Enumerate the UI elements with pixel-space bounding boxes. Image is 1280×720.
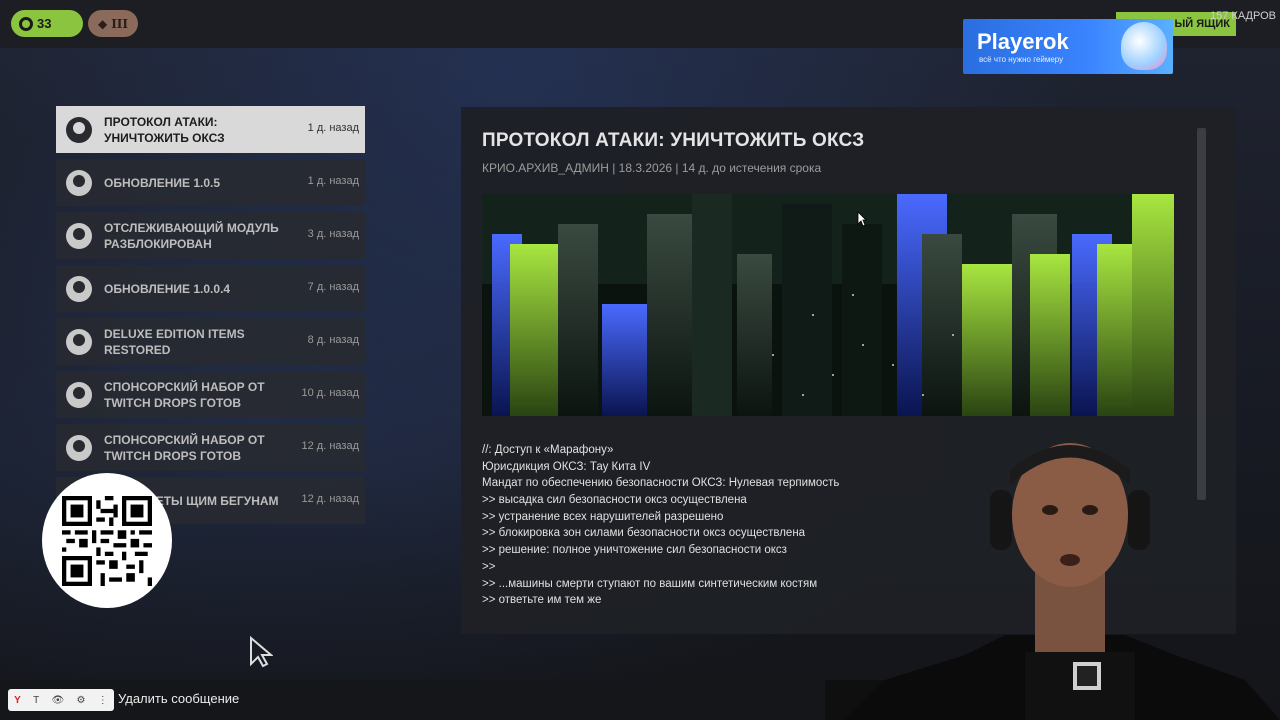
- news-icon: [66, 275, 92, 302]
- news-icon: [66, 116, 92, 143]
- news-icon: [66, 328, 92, 355]
- news-item[interactable]: ОТСЛЕЖИВАЮЩИЙ МОДУЛЬ РАЗБЛОКИРОВАН 3 д. н…: [56, 212, 365, 259]
- qr-code-overlay: [42, 473, 172, 608]
- news-item-age: 7 д. назад: [307, 281, 359, 293]
- more-icon[interactable]: ⋮: [98, 695, 108, 706]
- message-toolbar: Y T 👁 ⚙ ⋮: [8, 689, 114, 711]
- news-item-title: СПОНСОРСКИЙ НАБОР ОТ TWITCH DROPS ГОТОВ: [104, 432, 265, 463]
- news-item-age: 3 д. назад: [307, 228, 359, 240]
- news-item-age: 8 д. назад: [307, 334, 359, 346]
- post-body-line: Мандат по обеспечению безопасности ОКСЗ:…: [482, 477, 840, 490]
- post-body-line: //: Доступ к «Марафону»: [482, 444, 614, 456]
- eye-icon[interactable]: 👁: [52, 695, 65, 706]
- news-item[interactable]: ОБНОВЛЕНИЕ 1.0.5 1 д. назад: [56, 159, 365, 206]
- post-body-line: >>: [482, 560, 496, 573]
- news-item-age: 1 д. назад: [307, 122, 359, 134]
- playerok-ad[interactable]: Playerok всё что нужно геймеру: [963, 19, 1173, 74]
- post-title: ПРОТОКОЛ АТАКИ: УНИЧТОЖИТЬ ОКСЗ: [482, 130, 865, 151]
- level-value: 33: [37, 16, 52, 31]
- news-item[interactable]: ОБНОВЛЕНИЕ 1.0.0.4 7 д. назад: [56, 265, 365, 312]
- post-body-line: Юрисдикция ОКСЗ: Тау Кита IV: [482, 460, 651, 473]
- news-item[interactable]: DELUXE EDITION ITEMS RESTORED 8 д. назад: [56, 318, 365, 365]
- ad-title: Playerok: [977, 29, 1069, 54]
- news-item[interactable]: СПОНСОРСКИЙ НАБОР ОТ TWITCH DROPS ГОТОВ 1…: [56, 424, 365, 471]
- post-body-line: >> высадка сил безопасности оксз осущест…: [482, 494, 747, 507]
- post-body-line: >> блокировка зон силами безопасности ок…: [482, 527, 806, 540]
- rank-badge[interactable]: ◆ III: [88, 10, 138, 37]
- post-body-line: >> ответьте им тем же: [482, 594, 602, 607]
- pointer-icon: [857, 211, 867, 227]
- news-item-title: ОБНОВЛЕНИЕ 1.0.5: [104, 175, 221, 190]
- post-body-line: >> ...машины смерти ступают по вашим син…: [482, 577, 818, 590]
- delete-message-button[interactable]: Удалить сообщение: [118, 691, 239, 706]
- news-item[interactable]: СПОНСОРСКИЙ НАБОР ОТ TWITCH DROPS ГОТОВ 1…: [56, 371, 365, 418]
- post-body-line: >> устранение всех нарушителей разрешено: [482, 510, 724, 523]
- level-icon: [19, 16, 33, 31]
- rank-value: III: [111, 16, 129, 31]
- ad-mascot-image: [1121, 22, 1167, 70]
- settings-icon[interactable]: ⚙: [77, 695, 86, 706]
- news-item-title: ОБНОВЛЕНИЕ 1.0.0.4: [104, 281, 231, 296]
- post-body-line: >> решение: полное уничтожение сил безоп…: [482, 544, 787, 557]
- news-item-age: 1 д. назад: [307, 175, 359, 187]
- news-item-age: 12 д. назад: [301, 493, 359, 505]
- post-hero-image: [482, 194, 1174, 416]
- news-icon: [66, 169, 92, 196]
- streamer-webcam: [825, 443, 1280, 720]
- post-body: //: Доступ к «Марафону» Юрисдикция ОКСЗ: …: [482, 442, 839, 609]
- qr-code-icon: [62, 495, 152, 586]
- ad-subtitle: всё что нужно геймеру: [979, 55, 1064, 64]
- translate-icon[interactable]: T: [33, 695, 39, 706]
- level-badge[interactable]: 33: [11, 10, 83, 37]
- cursor-icon: [250, 636, 273, 668]
- news-icon: [66, 434, 92, 461]
- news-icon: [66, 381, 92, 408]
- news-item-age: 10 д. назад: [301, 387, 359, 399]
- news-list: ПРОТОКОЛ АТАКИ: УНИЧТОЖИТЬ ОКСЗ 1 д. наза…: [56, 106, 365, 530]
- post-meta: КРИО.АРХИВ_АДМИН | 18.3.2026 | 14 д. до …: [482, 161, 822, 175]
- news-item-title: СПОНСОРСКИЙ НАБОР ОТ TWITCH DROPS ГОТОВ: [104, 379, 265, 410]
- frames-label: 157 КАДРОВ: [1210, 10, 1276, 22]
- yandex-icon[interactable]: Y: [14, 695, 21, 706]
- rank-icon: ◆: [97, 16, 108, 31]
- news-item-age: 12 д. назад: [301, 440, 359, 452]
- news-item-title: ОТСЛЕЖИВАЮЩИЙ МОДУЛЬ РАЗБЛОКИРОВАН: [104, 220, 279, 251]
- news-icon: [66, 222, 92, 249]
- news-item-title: ПРОТОКОЛ АТАКИ: УНИЧТОЖИТЬ ОКСЗ: [104, 114, 225, 145]
- news-item-title: DELUXE EDITION ITEMS RESTORED: [104, 326, 245, 357]
- news-item[interactable]: ПРОТОКОЛ АТАКИ: УНИЧТОЖИТЬ ОКСЗ 1 д. наза…: [56, 106, 365, 153]
